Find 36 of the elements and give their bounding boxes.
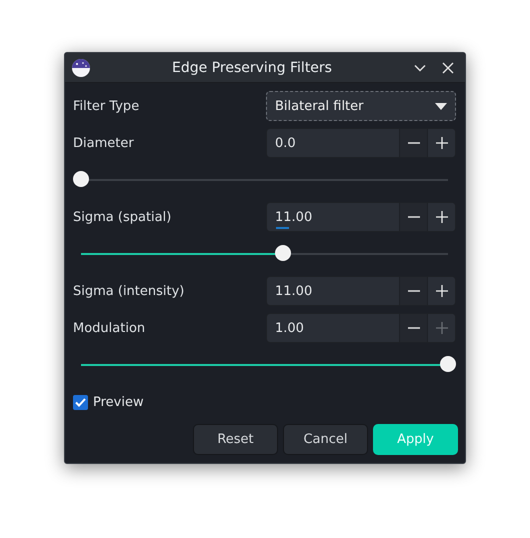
close-icon[interactable] bbox=[441, 60, 455, 74]
value-text: 1.00 bbox=[275, 320, 304, 336]
minus-button[interactable] bbox=[399, 203, 427, 231]
spin-box[interactable]: 0.0 bbox=[266, 128, 456, 158]
dialog-button[interactable]: Cancel bbox=[283, 424, 368, 455]
plus-icon bbox=[436, 211, 448, 223]
plus-button[interactable] bbox=[427, 203, 455, 231]
spin-box[interactable]: 11.00 bbox=[266, 276, 456, 306]
filter-type-dropdown[interactable]: Bilateral filter bbox=[266, 91, 456, 121]
plus-button[interactable] bbox=[427, 129, 455, 157]
slider-handle[interactable] bbox=[73, 171, 89, 187]
plus-icon bbox=[436, 285, 448, 297]
value-text: 0.0 bbox=[275, 136, 296, 150]
checkbox-label: Preview bbox=[93, 394, 144, 410]
spin-box[interactable]: 1.00 bbox=[266, 313, 456, 343]
value-text: 11.00 bbox=[275, 284, 312, 298]
field-label: Sigma (spatial) bbox=[73, 210, 172, 224]
dialog-button[interactable]: Reset bbox=[193, 424, 278, 455]
value-text: 11.00 bbox=[275, 210, 312, 224]
field-label: Sigma (intensity) bbox=[73, 284, 186, 298]
caret-icon bbox=[435, 102, 447, 110]
field-label: Diameter bbox=[73, 136, 135, 150]
checkbox[interactable] bbox=[73, 394, 88, 410]
plus-icon bbox=[436, 137, 448, 149]
slider-handle[interactable] bbox=[274, 245, 291, 261]
minus-button[interactable] bbox=[399, 129, 427, 157]
plus-icon bbox=[436, 322, 448, 334]
field-label: Filter Type bbox=[73, 98, 140, 114]
field-label: Modulation bbox=[73, 320, 146, 336]
spin-box[interactable]: 11.00 bbox=[266, 202, 456, 232]
plus-button[interactable] bbox=[427, 277, 455, 305]
app-icon bbox=[71, 58, 91, 78]
slider-handle[interactable] bbox=[440, 356, 456, 372]
window-title: Edge Preserving Filters bbox=[171, 60, 333, 76]
minus-button[interactable] bbox=[399, 277, 427, 305]
minus-button[interactable] bbox=[399, 314, 427, 342]
